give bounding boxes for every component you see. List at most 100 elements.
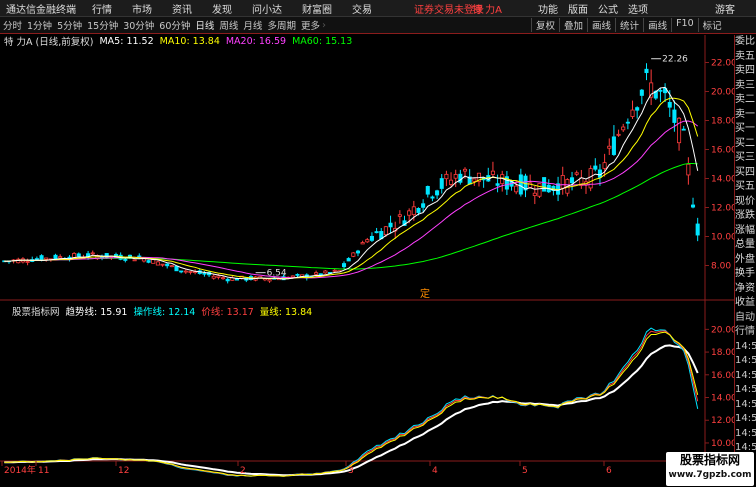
- candle-body: [267, 279, 272, 282]
- candle-body: [667, 102, 672, 108]
- quote-panel: 委比 卖五 卖四 卖三 卖二 卖一 买一 买二 买三 买四 买五 现价 涨跌 涨幅 总量 外盘 换手 净资 收益 自动…: [734, 35, 756, 485]
- candle-body: [658, 89, 663, 92]
- candle-body: [602, 162, 607, 169]
- quote-field: 卖三: [735, 79, 755, 91]
- quote-field: 14:5: [735, 355, 756, 366]
- candle-body: [132, 259, 137, 262]
- candle-body: [127, 254, 132, 257]
- ma5-line: [4, 86, 699, 280]
- candle-body: [374, 231, 379, 234]
- quote-field: 卖一: [735, 108, 755, 120]
- quote-field: 买五: [735, 181, 755, 192]
- volume-line: [4, 331, 699, 477]
- quote-field: 行情: [735, 326, 755, 337]
- candle-body: [597, 169, 602, 178]
- candle-body: [672, 109, 677, 123]
- date-tick-label: 5: [522, 466, 528, 476]
- candle-body: [681, 128, 686, 131]
- quote-field: 涨跌: [735, 210, 755, 221]
- candle-body: [165, 263, 170, 267]
- candle-body: [295, 273, 300, 276]
- candle-body: [72, 253, 77, 258]
- candle-body: [341, 263, 347, 268]
- candle-body: [435, 190, 440, 196]
- site-watermark: 股票指标网 www.7gpzb.com: [666, 452, 754, 486]
- date-tick-label: 6: [606, 466, 612, 476]
- candle-body: [290, 275, 295, 278]
- price-line: [4, 330, 699, 477]
- legend-ma5: MA5: 11.52: [99, 35, 154, 47]
- candle-body: [416, 207, 421, 213]
- candle-body: [453, 174, 458, 179]
- candle-body: [439, 178, 444, 189]
- candle-body: [155, 261, 160, 266]
- candle-body: [686, 163, 691, 176]
- quote-field: 买一: [735, 123, 755, 134]
- candle-body: [593, 165, 598, 170]
- price-tick-label: 8.00: [711, 262, 731, 272]
- candle-body: [532, 192, 537, 196]
- candle-body: [695, 223, 700, 236]
- candle-body: [188, 271, 193, 273]
- candle-body: [621, 126, 626, 131]
- candle-body: [449, 179, 454, 185]
- candle-body: [677, 117, 682, 144]
- candle-body: [355, 250, 361, 254]
- candle-body: [25, 261, 30, 263]
- candle-body: [644, 68, 649, 74]
- candle-body: [421, 203, 426, 208]
- candle-body: [490, 170, 495, 175]
- candle-body: [630, 109, 635, 117]
- candle-body: [607, 145, 612, 149]
- chart-title: 特 力A (日线,前复权): [4, 37, 94, 48]
- candle-body: [351, 252, 356, 257]
- ma10-line: [4, 97, 699, 280]
- candle-body: [635, 107, 640, 111]
- quote-field: 委比: [735, 36, 755, 47]
- candle-body: [346, 258, 351, 262]
- date-tick-label: 11: [38, 466, 49, 476]
- legend-ma60: MA60: 15.13: [292, 35, 353, 47]
- date-tick-label: 12: [118, 466, 129, 476]
- candle-body: [639, 89, 644, 96]
- trend-line: [4, 344, 699, 477]
- candle-body: [58, 256, 63, 259]
- quote-field: 卖四: [735, 65, 755, 76]
- candle-body: [146, 260, 151, 263]
- kline-chart[interactable]: 22.0020.0018.0016.0014.0012.0010.008.002…: [0, 0, 756, 487]
- quote-field: 收益: [735, 297, 755, 308]
- quote-field: 买三: [735, 152, 755, 163]
- candle-body: [34, 258, 39, 260]
- quote-field: 现价: [735, 195, 755, 207]
- candle-body: [221, 277, 226, 280]
- legend-volume: 量线: 13.84: [259, 307, 313, 318]
- candle-body: [174, 265, 179, 272]
- low-annotation: 6.54: [267, 269, 287, 279]
- candle-body: [323, 270, 328, 274]
- candle-body: [202, 272, 207, 275]
- quote-field: 买四: [735, 166, 755, 178]
- candle-body: [383, 226, 388, 236]
- watermark-title: 股票指标网: [679, 453, 740, 467]
- candle-body: [560, 175, 565, 189]
- quote-field: 外盘: [735, 253, 755, 265]
- quote-field: 净资: [735, 282, 755, 294]
- date-tick-label: 4: [432, 466, 438, 476]
- quote-field: 14:5: [735, 340, 756, 352]
- indicator-name: 股票指标网: [12, 307, 60, 318]
- quote-field: 卖五: [735, 50, 755, 62]
- main-chart-legend: 特 力A (日线,前复权) MA5: 11.52 MA10: 13.84 MA2…: [0, 35, 700, 49]
- legend-ma10: MA10: 13.84: [159, 35, 220, 47]
- candle-body: [225, 278, 230, 282]
- candle-body: [537, 183, 542, 197]
- candle-body: [169, 265, 174, 268]
- candle-body: [360, 242, 365, 245]
- candle-body: [514, 185, 519, 193]
- watermark-url: www.7gpzb.com: [668, 470, 752, 480]
- date-tick-label: 2: [240, 466, 246, 476]
- candle-body: [411, 206, 416, 216]
- quote-field: 涨幅: [735, 224, 755, 236]
- candle-body: [44, 257, 49, 260]
- candle-body: [76, 253, 81, 257]
- quote-field: 14:5: [735, 369, 756, 381]
